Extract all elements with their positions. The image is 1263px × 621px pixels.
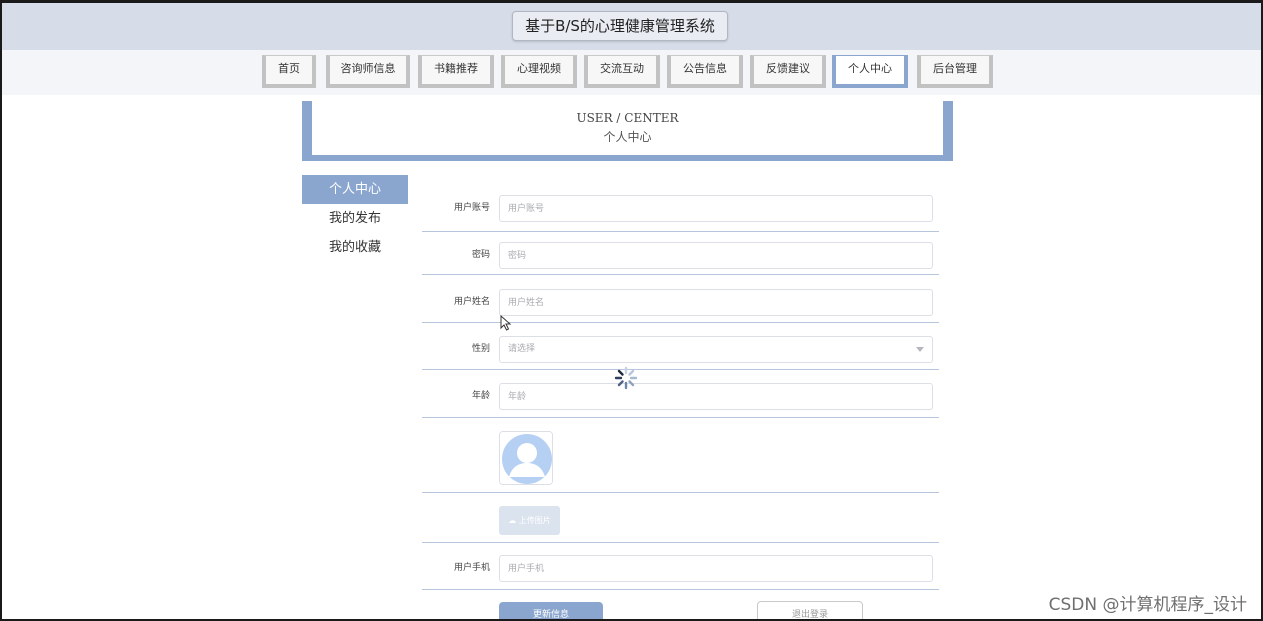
gender-label: 性别 (471, 344, 490, 354)
side-item-my-posts[interactable]: 我的发布 (302, 204, 408, 233)
nav-communication[interactable]: 交流互动 (584, 55, 660, 88)
form-row-username: 用户账号 (422, 195, 939, 232)
chevron-down-icon (916, 347, 924, 352)
age-label: 年龄 (471, 391, 490, 401)
site-title: 基于B/S的心理健康管理系统 (512, 11, 728, 41)
side-item-user-center[interactable]: 个人中心 (302, 175, 408, 204)
nav-psych-video[interactable]: 心理视频 (501, 55, 577, 88)
form-row-age: 年龄 (422, 383, 939, 418)
logout-button[interactable]: 退出登录 (757, 601, 863, 621)
header-bar: 基于B/S的心理健康管理系统 (0, 0, 1263, 50)
user-center-banner: USER / CENTER 个人中心 (302, 101, 953, 161)
banner-title-cn: 个人中心 (603, 130, 652, 144)
nav-book-recommend[interactable]: 书籍推荐 (418, 55, 494, 88)
loading-spinner-icon (614, 366, 638, 390)
nav-announcements[interactable]: 公告信息 (667, 55, 743, 88)
form-row-gender: 性别 请选择 (422, 336, 939, 370)
gender-select-value: 请选择 (508, 344, 536, 354)
banner-title-en: USER / CENTER (576, 111, 679, 125)
age-input[interactable] (499, 383, 933, 410)
update-info-button[interactable]: 更新信息 (499, 602, 603, 621)
upload-image-button[interactable]: ☁ 上传图片 (499, 506, 560, 535)
nav-admin[interactable]: 后台管理 (917, 55, 993, 88)
form-row-password: 密码 (422, 242, 939, 275)
username-input[interactable] (499, 195, 933, 222)
username-label: 用户账号 (453, 203, 490, 213)
user-avatar-icon (500, 432, 552, 484)
nav-feedback[interactable]: 反馈建议 (750, 55, 826, 88)
upload-image-label: 上传图片 (518, 516, 551, 525)
mouse-cursor-icon (500, 315, 512, 331)
phone-input[interactable] (499, 555, 933, 582)
nav-user-center[interactable]: 个人中心 (832, 55, 908, 88)
side-menu: 个人中心 我的发布 我的收藏 (302, 175, 408, 262)
fullname-input[interactable] (499, 289, 933, 316)
phone-label: 用户手机 (453, 563, 490, 573)
gender-select[interactable]: 请选择 (499, 336, 933, 363)
side-item-my-favorites[interactable]: 我的收藏 (302, 233, 408, 262)
form-row-phone: 用户手机 (422, 555, 939, 590)
avatar[interactable] (499, 431, 553, 485)
password-label: 密码 (471, 250, 490, 260)
watermark: CSDN @计算机程序_设计 (1048, 595, 1247, 615)
nav-counselor-info[interactable]: 咨询师信息 (326, 55, 410, 88)
nav-home[interactable]: 首页 (262, 55, 316, 88)
cloud-upload-icon: ☁ (508, 516, 517, 525)
main-nav: 首页 咨询师信息 书籍推荐 心理视频 交流互动 公告信息 反馈建议 个人中心 后… (0, 50, 1263, 95)
password-input[interactable] (499, 242, 933, 269)
fullname-label: 用户姓名 (453, 297, 490, 307)
